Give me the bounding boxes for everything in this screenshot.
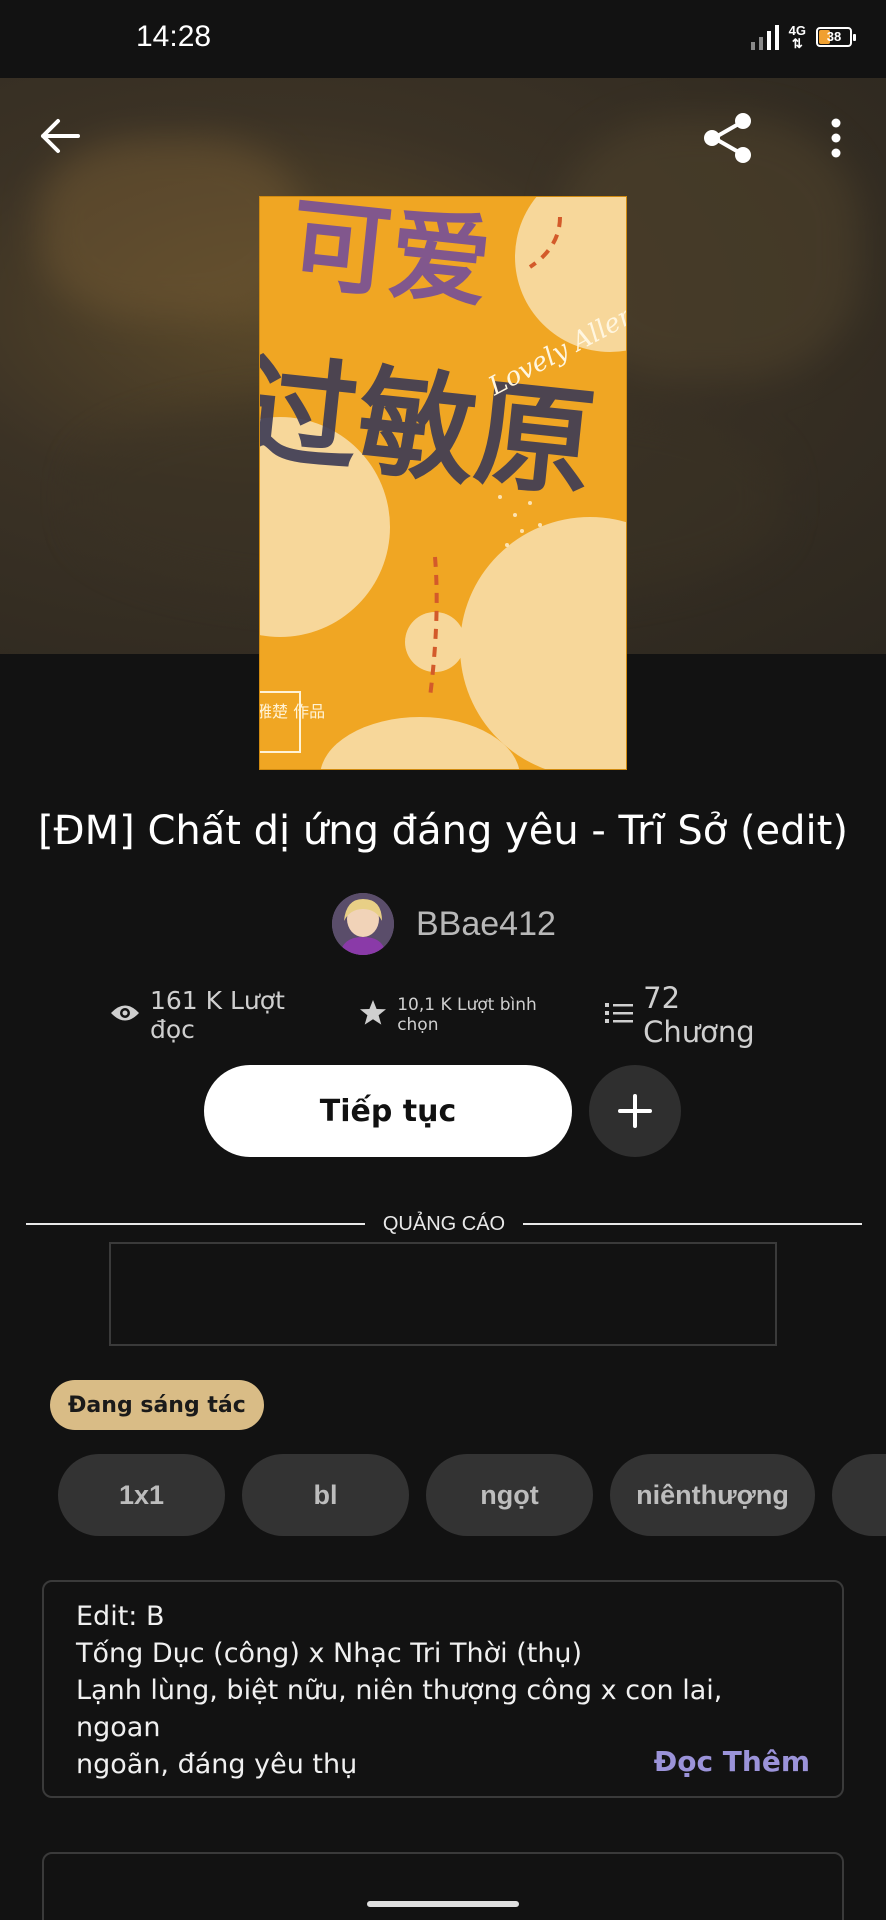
author-name[interactable]: BBae412 [416, 905, 556, 944]
more-vertical-icon[interactable] [812, 108, 860, 168]
status-time: 14:28 [136, 20, 212, 53]
continue-reading-button[interactable]: Tiếp tục [204, 1065, 572, 1157]
ad-slot[interactable] [109, 1242, 777, 1346]
cover-title-line1: 可爱 [285, 197, 496, 322]
signal-icon [750, 24, 779, 50]
next-section-card [42, 1852, 844, 1920]
description-box: Edit: B Tống Dục (công) x Nhạc Tri Thời … [42, 1580, 844, 1798]
chapters-count[interactable]: 72 Chương [643, 981, 790, 1049]
share-icon[interactable] [696, 108, 760, 168]
book-title: [ĐM] Chất dị ứng đáng yêu - Trĩ Sở (edit… [38, 808, 848, 854]
book-stats: 161 K Lượt đọc 10,1 K Lượt bình chọn 72 … [110, 981, 790, 1049]
status-badge: Đang sáng tác [50, 1380, 264, 1430]
read-more-link[interactable]: Đọc Thêm [654, 1745, 810, 1778]
avatar[interactable] [332, 893, 394, 955]
author-row[interactable]: BBae412 [332, 892, 556, 956]
cover-seal: 雅楚 作品 [260, 702, 325, 721]
tag-chip-partial[interactable] [832, 1454, 886, 1536]
home-indicator[interactable] [367, 1901, 519, 1907]
back-arrow-icon[interactable] [28, 108, 92, 164]
reads-stat: 161 K Lượt đọc [110, 986, 325, 1044]
description-line: Edit: B [76, 1601, 165, 1632]
tag-chip[interactable]: niênthượng [610, 1454, 815, 1536]
tag-list: 1x1 bl ngọt niênthượng [58, 1454, 886, 1536]
ad-divider: QUẢNG CÁO [26, 1210, 862, 1238]
tag-chip[interactable]: 1x1 [58, 1454, 225, 1536]
plus-icon [618, 1094, 652, 1128]
add-to-library-button[interactable] [589, 1065, 681, 1157]
ad-label: QUẢNG CÁO [382, 1212, 506, 1235]
tag-chip[interactable]: ngọt [426, 1454, 593, 1536]
votes-stat: 10,1 K Lượt bình chọn [359, 995, 571, 1035]
eye-icon [110, 1001, 140, 1030]
description-line: Tống Dục (công) x Nhạc Tri Thời (thụ) [76, 1638, 583, 1669]
network-type-icon: 4G ⇅ [788, 23, 806, 51]
list-icon [605, 998, 634, 1032]
battery-icon: 38 [816, 27, 856, 47]
chapters-stat[interactable]: 72 Chương [605, 981, 790, 1049]
reads-count: 161 K Lượt đọc [150, 986, 285, 1044]
star-icon [359, 999, 387, 1031]
votes-count: 10,1 K Lượt bình chọn [397, 995, 537, 1035]
tag-chip[interactable]: bl [242, 1454, 409, 1536]
status-indicators: 4G ⇅ 38 [750, 23, 856, 51]
battery-level: 38 [826, 29, 842, 44]
status-bar: 14:28 4G ⇅ 38 [0, 0, 886, 78]
description-line: Lạnh lùng, biệt nữu, niên thượng công x … [76, 1675, 723, 1743]
book-cover[interactable]: 可爱 过敏原 Lovely Allergen 雅楚 作品 [259, 196, 627, 770]
